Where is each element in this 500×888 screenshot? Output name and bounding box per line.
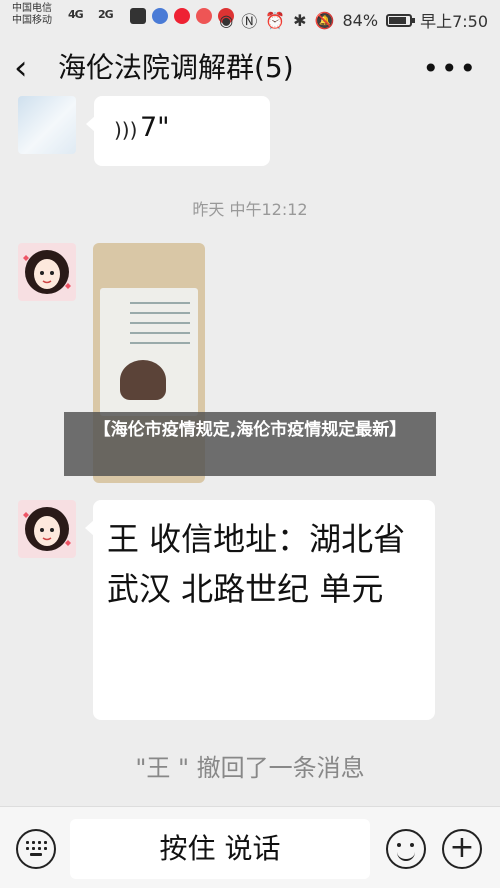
back-arrow-icon[interactable]: ‹ [14, 48, 50, 88]
bluetooth-icon: ✱ [293, 10, 307, 30]
nfc-icon: Ⓝ [241, 12, 258, 31]
voice-wave-icon: ))) [114, 118, 138, 142]
caption-text: 【海伦市疫情规定,海伦市疫情规定最新】 [93, 420, 407, 440]
battery-percent: 84% [342, 10, 379, 30]
hold-to-talk-button[interactable]: 按住 说话 [70, 819, 370, 879]
cartoon-girl-avatar-icon [23, 507, 71, 551]
caption-overlay: 【海伦市疫情规定,海伦市疫情规定最新】 [64, 412, 436, 476]
avatar[interactable] [18, 500, 76, 558]
signal-1: 4G [68, 8, 84, 21]
app-icon [196, 8, 212, 24]
carrier-labels: 中国电信 中国移动 [12, 3, 52, 27]
keyboard-icon[interactable] [16, 829, 56, 869]
chat-header: ‹ 海伦法院调解群(5) ••• [0, 34, 500, 104]
clock: 早上7:50 [420, 12, 488, 31]
eye-icon: ◉ [219, 10, 234, 30]
avatar[interactable] [18, 96, 76, 154]
text-message-bubble[interactable]: 王 收信地址：湖北省武汉 北路世纪 单元 [85, 500, 435, 720]
carrier-1: 中国电信 [12, 3, 52, 14]
carrier-2: 中国移动 [12, 15, 52, 26]
status-bar: 中国电信 中国移动 4G 2G ◉ Ⓝ ⏰ ✱ 🔕 84% 早上7:50 [0, 0, 500, 34]
card-text-lines [130, 302, 190, 304]
message-timestamp: 昨天 中午12:12 [192, 200, 308, 219]
id-card-image [100, 288, 198, 416]
battery-icon [386, 13, 416, 27]
portrait [120, 360, 166, 400]
plus-icon[interactable]: + [442, 829, 482, 869]
avatar[interactable] [18, 243, 76, 301]
voice-message-bubble[interactable]: ))) 7" [86, 96, 270, 166]
recall-notice: "王 " 撤回了一条消息 [135, 754, 365, 782]
emoji-icon[interactable] [386, 829, 426, 869]
app-icon [152, 8, 168, 24]
more-dots-icon[interactable]: ••• [422, 52, 478, 85]
cartoon-girl-avatar-icon [23, 250, 71, 294]
input-bar: 按住 说话 + [0, 806, 500, 888]
chat-title: 海伦法院调解群(5) [58, 51, 294, 84]
alarm-icon: ⏰ [265, 10, 286, 30]
app-icon [174, 8, 190, 24]
mute-icon: 🔕 [314, 10, 335, 30]
system-status: ◉ Ⓝ ⏰ ✱ 🔕 84% 早上7:50 [219, 8, 488, 32]
signal-2: 2G [98, 8, 114, 21]
heart-app-icon [130, 8, 146, 24]
message-text: 王 收信地址：湖北省武汉 北路世纪 单元 [107, 520, 406, 608]
voice-duration: 7" [140, 112, 170, 143]
keyboard-keys [26, 841, 47, 856]
